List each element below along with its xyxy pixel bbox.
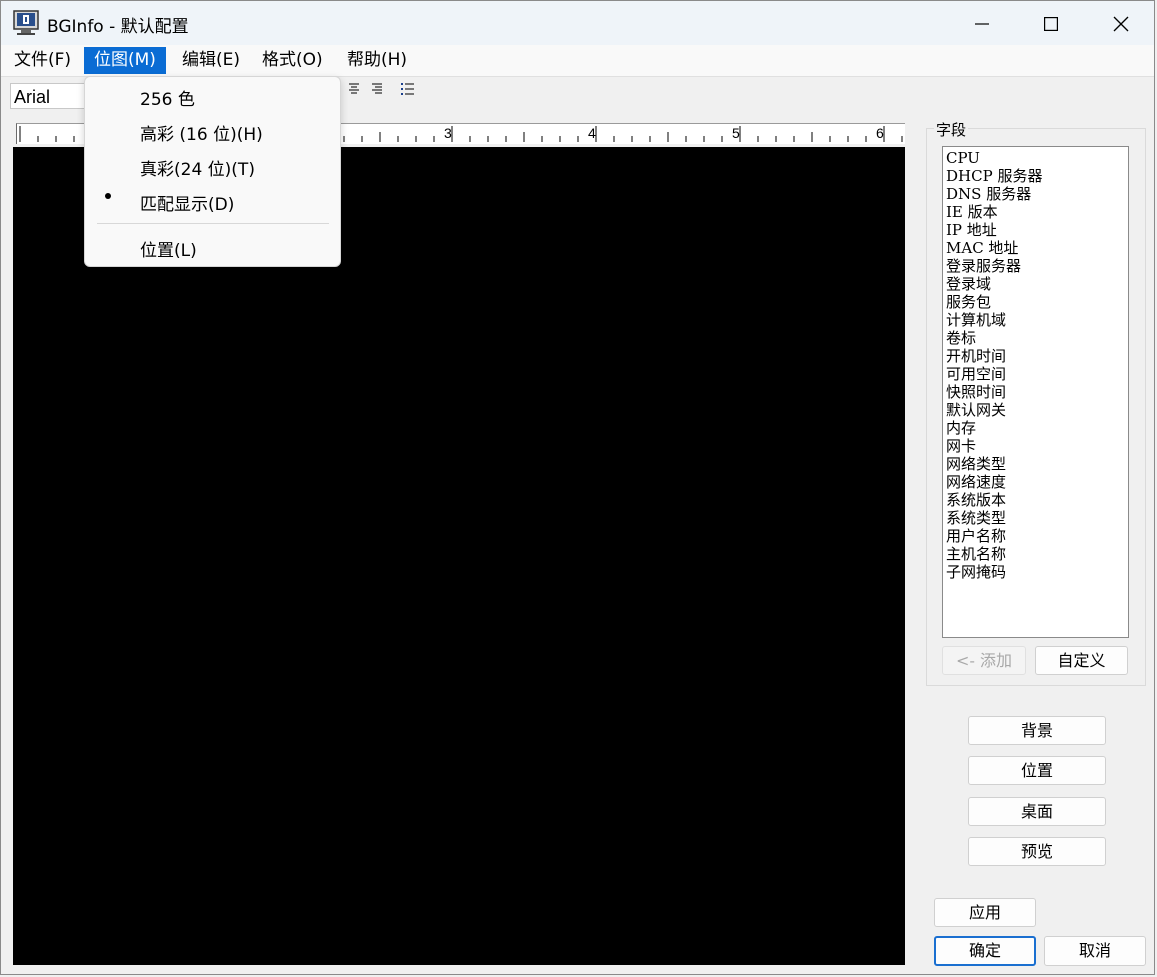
field-list-item[interactable]: MAC 地址 xyxy=(946,239,1128,257)
field-list-item[interactable]: 内存 xyxy=(946,419,1128,437)
add-field-button[interactable]: <- 添加 xyxy=(942,646,1026,675)
field-list-item[interactable]: 卷标 xyxy=(946,329,1128,347)
close-icon xyxy=(1113,16,1129,32)
title-bar: BGInfo - 默认配置 xyxy=(1,1,1154,45)
field-list-item[interactable]: 快照时间 xyxy=(946,383,1128,401)
field-list-item[interactable]: 可用空间 xyxy=(946,365,1128,383)
menu-separator xyxy=(97,223,329,224)
fields-group-label: 字段 xyxy=(934,119,969,140)
checked-bullet-icon xyxy=(105,193,111,199)
maximize-icon xyxy=(1044,17,1058,31)
field-list-item[interactable]: 计算机域 xyxy=(946,311,1128,329)
ruler-number: 3 xyxy=(444,125,452,141)
menu-item-high-color[interactable]: 高彩 (16 位)(H) xyxy=(140,120,263,145)
cancel-button[interactable]: 取消 xyxy=(1044,936,1146,966)
custom-field-button[interactable]: 自定义 xyxy=(1035,646,1128,675)
window-title: BGInfo - 默认配置 xyxy=(47,17,189,37)
font-name-combo[interactable]: Arial xyxy=(10,83,90,109)
position-button[interactable]: 位置 xyxy=(968,756,1106,785)
field-list-item[interactable]: 用户名称 xyxy=(946,527,1128,545)
menu-item-true-color[interactable]: 真彩(24 位)(T) xyxy=(140,155,255,180)
field-list-item[interactable]: 系统版本 xyxy=(946,491,1128,509)
desktop-button[interactable]: 桌面 xyxy=(968,797,1106,826)
menu-bar: 文件(F) 位图(M) 编辑(E) 格式(O) 帮助(H) xyxy=(1,45,1154,77)
field-list-item[interactable]: DHCP 服务器 xyxy=(946,167,1128,185)
field-list-item[interactable]: 开机时间 xyxy=(946,347,1128,365)
menu-help[interactable]: 帮助(H) xyxy=(347,47,407,74)
ruler-number: 6 xyxy=(876,125,884,141)
field-list-item[interactable]: 登录服务器 xyxy=(946,257,1128,275)
apply-button[interactable]: 应用 xyxy=(934,898,1036,927)
menu-item-match-display[interactable]: 匹配显示(D) xyxy=(140,190,234,215)
bullet-list-icon[interactable] xyxy=(400,81,416,101)
field-list-item[interactable]: IE 版本 xyxy=(946,203,1128,221)
field-list-item[interactable]: 网络速度 xyxy=(946,473,1128,491)
background-button[interactable]: 背景 xyxy=(968,716,1106,745)
field-list-item[interactable]: IP 地址 xyxy=(946,221,1128,239)
bginfo-app-icon xyxy=(13,10,39,36)
field-list-item[interactable]: 系统类型 xyxy=(946,509,1128,527)
menu-item-256-colors[interactable]: 256 色 xyxy=(140,85,195,110)
ruler-number: 4 xyxy=(588,125,596,141)
ok-button[interactable]: 确定 xyxy=(934,936,1036,966)
menu-edit[interactable]: 编辑(E) xyxy=(182,47,240,74)
field-list-item[interactable]: DNS 服务器 xyxy=(946,185,1128,203)
menu-file[interactable]: 文件(F) xyxy=(14,47,71,74)
close-button[interactable] xyxy=(1097,7,1145,41)
field-list-item[interactable]: 网络类型 xyxy=(946,455,1128,473)
desktop-preview-canvas[interactable] xyxy=(13,147,905,965)
menu-bitmap[interactable]: 位图(M) xyxy=(84,47,166,74)
preview-button[interactable]: 预览 xyxy=(968,837,1106,866)
align-right-icon[interactable] xyxy=(370,81,384,100)
bitmap-dropdown-menu: 256 色 高彩 (16 位)(H) 真彩(24 位)(T) 匹配显示(D) 位… xyxy=(84,76,341,267)
menu-item-location[interactable]: 位置(L) xyxy=(140,236,197,261)
bginfo-window: BGInfo - 默认配置 文件(F) 位图(M) 编辑(E) 格式(O) 帮助… xyxy=(0,0,1155,975)
fields-listbox[interactable]: CPU DHCP 服务器 DNS 服务器 IE 版本 IP 地址 MAC 地址 登录服务器登… xyxy=(942,146,1129,638)
minimize-button[interactable] xyxy=(958,7,1006,41)
field-list-item[interactable]: 登录域 xyxy=(946,275,1128,293)
field-list-item[interactable]: 网卡 xyxy=(946,437,1128,455)
menu-format[interactable]: 格式(O) xyxy=(262,47,323,74)
field-list-item[interactable]: 子网掩码 xyxy=(946,563,1128,581)
ruler-number: 5 xyxy=(732,125,740,141)
align-center-icon[interactable] xyxy=(347,81,361,100)
field-list-item[interactable]: 默认网关 xyxy=(946,401,1128,419)
minimize-icon xyxy=(975,23,989,25)
field-list-item[interactable]: 服务包 xyxy=(946,293,1128,311)
field-list-item[interactable]: 主机名称 xyxy=(946,545,1128,563)
field-list-item[interactable]: CPU xyxy=(946,149,1128,167)
maximize-button[interactable] xyxy=(1027,7,1075,41)
